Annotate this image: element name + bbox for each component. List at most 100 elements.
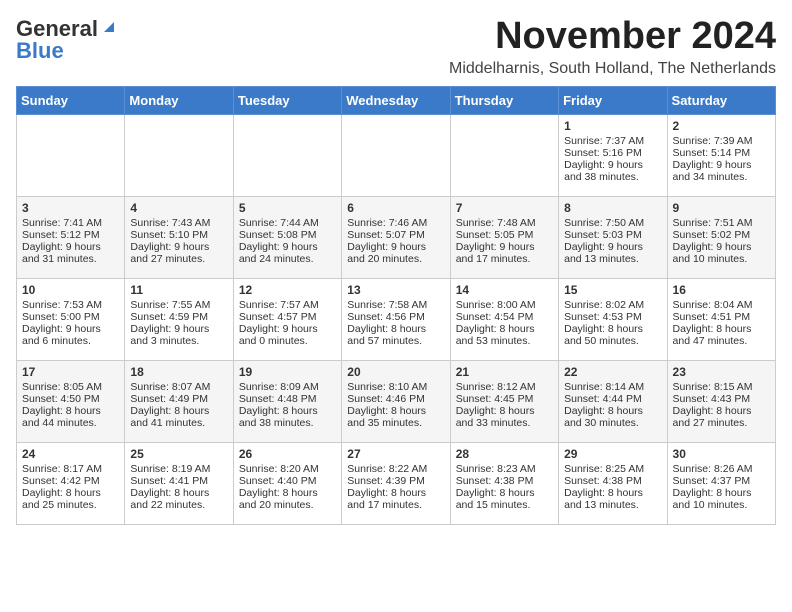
sunrise-text: Sunrise: 7:57 AM [239,299,336,311]
sunset-text: Sunset: 5:10 PM [130,229,227,241]
daylight-text: Daylight: 8 hours and 41 minutes. [130,405,227,429]
calendar-cell: 5Sunrise: 7:44 AMSunset: 5:08 PMDaylight… [233,196,341,278]
sunset-text: Sunset: 4:48 PM [239,393,336,405]
calendar-cell: 14Sunrise: 8:00 AMSunset: 4:54 PMDayligh… [450,278,558,360]
sunrise-text: Sunrise: 8:20 AM [239,463,336,475]
calendar-cell: 12Sunrise: 7:57 AMSunset: 4:57 PMDayligh… [233,278,341,360]
daylight-text: Daylight: 9 hours and 3 minutes. [130,323,227,347]
weekday-header: Sunday [17,86,125,114]
daylight-text: Daylight: 9 hours and 13 minutes. [564,241,661,265]
sunset-text: Sunset: 5:00 PM [22,311,119,323]
calendar-cell: 1Sunrise: 7:37 AMSunset: 5:16 PMDaylight… [559,114,667,196]
daylight-text: Daylight: 8 hours and 47 minutes. [673,323,770,347]
calendar-cell: 16 Sunrise: 8:04 AMSunset: 4:51 PMDayligh… [667,278,775,360]
calendar-cell: 20Sunrise: 8:10 AMSunset: 4:46 PMDayligh… [342,360,450,442]
calendar-cell [233,114,341,196]
calendar-cell: 11Sunrise: 7:55 AMSunset: 4:59 PMDayligh… [125,278,233,360]
day-number: 12 [239,283,336,297]
daylight-text: Daylight: 9 hours and 20 minutes. [347,241,444,265]
day-number: 3 [22,201,119,215]
location-title: Middelharnis, South Holland, The Netherl… [449,60,776,78]
sunrise-text: Sunrise: 8:12 AM [456,381,553,393]
sunset-text: Sunset: 4:38 PM [456,475,553,487]
logo: General Blue [16,16,118,64]
sunrise-text: Sunrise: 8:04 AM [673,299,770,311]
day-number: 25 [130,447,227,461]
daylight-text: Daylight: 8 hours and 17 minutes. [347,487,444,511]
daylight-text: Daylight: 8 hours and 57 minutes. [347,323,444,347]
day-number: 9 [673,201,770,215]
calendar-cell: 6Sunrise: 7:46 AMSunset: 5:07 PMDaylight… [342,196,450,278]
sunrise-text: Sunrise: 8:15 AM [673,381,770,393]
daylight-text: Daylight: 8 hours and 35 minutes. [347,405,444,429]
calendar-cell: 27Sunrise: 8:22 AMSunset: 4:39 PMDayligh… [342,442,450,524]
daylight-text: Daylight: 8 hours and 53 minutes. [456,323,553,347]
calendar-cell: 23Sunrise: 8:15 AMSunset: 4:43 PMDayligh… [667,360,775,442]
calendar-cell: 24Sunrise: 8:17 AMSunset: 4:42 PMDayligh… [17,442,125,524]
sunrise-text: Sunrise: 7:55 AM [130,299,227,311]
day-number: 7 [456,201,553,215]
daylight-text: Daylight: 8 hours and 15 minutes. [456,487,553,511]
sunset-text: Sunset: 4:51 PM [673,311,770,323]
calendar-cell: 21Sunrise: 8:12 AMSunset: 4:45 PMDayligh… [450,360,558,442]
daylight-text: Daylight: 8 hours and 44 minutes. [22,405,119,429]
day-number: 14 [456,283,553,297]
day-number: 19 [239,365,336,379]
calendar-week-row: 17Sunrise: 8:05 AMSunset: 4:50 PMDayligh… [17,360,776,442]
sunrise-text: Sunrise: 8:07 AM [130,381,227,393]
calendar-cell: 13 Sunrise: 7:58 AMSunset: 4:56 PMDayligh… [342,278,450,360]
day-number: 13 [347,283,444,297]
calendar-cell [17,114,125,196]
sunset-text: Sunset: 4:49 PM [130,393,227,405]
calendar-cell: 26 Sunrise: 8:20 AMSunset: 4:40 PMDayligh… [233,442,341,524]
day-number: 4 [130,201,227,215]
sunrise-text: Sunrise: 8:09 AM [239,381,336,393]
calendar-table: SundayMondayTuesdayWednesdayThursdayFrid… [16,86,776,525]
weekday-header: Saturday [667,86,775,114]
daylight-text: Daylight: 8 hours and 10 minutes. [673,487,770,511]
day-number: 16 [673,283,770,297]
daylight-text: Daylight: 8 hours and 38 minutes. [239,405,336,429]
sunset-text: Sunset: 5:07 PM [347,229,444,241]
calendar-cell: 9Sunrise: 7:51 AMSunset: 5:02 PMDaylight… [667,196,775,278]
calendar-cell: 18Sunrise: 8:07 AMSunset: 4:49 PMDayligh… [125,360,233,442]
day-number: 29 [564,447,661,461]
sunset-text: Sunset: 4:41 PM [130,475,227,487]
sunset-text: Sunset: 4:56 PM [347,311,444,323]
title-section: November 2024 Middelharnis, South Hollan… [449,16,776,78]
day-number: 28 [456,447,553,461]
calendar-cell: 10Sunrise: 7:53 AMSunset: 5:00 PMDayligh… [17,278,125,360]
calendar-cell: 2Sunrise: 7:39 AMSunset: 5:14 PMDaylight… [667,114,775,196]
sunrise-text: Sunrise: 7:39 AM [673,135,770,147]
calendar-cell: 29Sunrise: 8:25 AMSunset: 4:38 PMDayligh… [559,442,667,524]
sunset-text: Sunset: 5:03 PM [564,229,661,241]
sunrise-text: Sunrise: 7:41 AM [22,217,119,229]
day-number: 21 [456,365,553,379]
sunset-text: Sunset: 5:16 PM [564,147,661,159]
sunset-text: Sunset: 4:43 PM [673,393,770,405]
calendar-cell: 7Sunrise: 7:48 AMSunset: 5:05 PMDaylight… [450,196,558,278]
sunrise-text: Sunrise: 7:58 AM [347,299,444,311]
calendar-cell [125,114,233,196]
day-number: 30 [673,447,770,461]
sunrise-text: Sunrise: 8:05 AM [22,381,119,393]
daylight-text: Daylight: 9 hours and 24 minutes. [239,241,336,265]
calendar-cell: 17Sunrise: 8:05 AMSunset: 4:50 PMDayligh… [17,360,125,442]
sunset-text: Sunset: 4:37 PM [673,475,770,487]
logo-blue-text: Blue [16,38,64,64]
daylight-text: Daylight: 8 hours and 30 minutes. [564,405,661,429]
calendar-cell [342,114,450,196]
daylight-text: Daylight: 8 hours and 50 minutes. [564,323,661,347]
sunrise-text: Sunrise: 8:25 AM [564,463,661,475]
page-header: General Blue November 2024 Middelharnis,… [16,16,776,78]
sunset-text: Sunset: 4:59 PM [130,311,227,323]
daylight-text: Daylight: 8 hours and 20 minutes. [239,487,336,511]
sunset-text: Sunset: 4:53 PM [564,311,661,323]
calendar-cell: 15Sunrise: 8:02 AMSunset: 4:53 PMDayligh… [559,278,667,360]
daylight-text: Daylight: 9 hours and 34 minutes. [673,159,770,183]
sunrise-text: Sunrise: 8:10 AM [347,381,444,393]
calendar-week-row: 1Sunrise: 7:37 AMSunset: 5:16 PMDaylight… [17,114,776,196]
day-number: 6 [347,201,444,215]
sunset-text: Sunset: 4:40 PM [239,475,336,487]
day-number: 26 [239,447,336,461]
